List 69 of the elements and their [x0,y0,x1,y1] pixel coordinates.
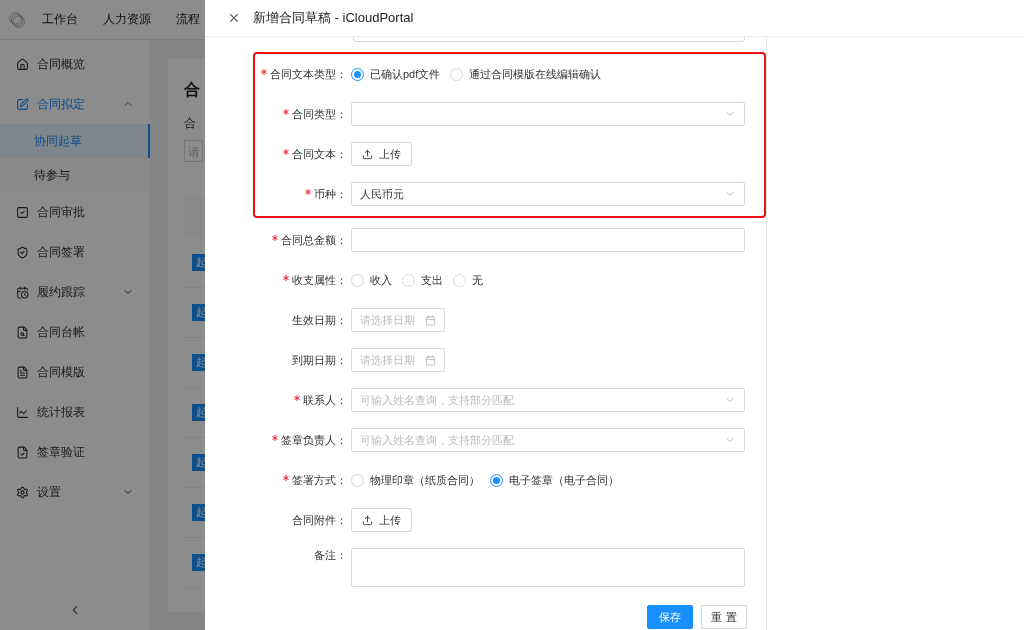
calendar-icon [425,314,436,326]
field-label: 备注： [313,548,348,563]
reset-button[interactable]: 重 置 [701,605,747,629]
save-button[interactable]: 保存 [647,605,693,629]
required-asterisk-icon [283,148,289,155]
field-label: 联系人： [255,392,351,408]
file-search-icon [16,325,29,339]
nav-item[interactable]: 工作台 [42,11,78,28]
input-field[interactable] [351,228,745,252]
edit-icon [16,97,29,111]
line-chart-icon [16,405,29,419]
card-title: 合 [184,80,201,100]
radio-option[interactable]: 无 [453,272,483,288]
field-label: 到期日期： [291,352,348,368]
sidebar-item[interactable]: 合同概览 [0,44,150,84]
radio-option[interactable]: 收入 [351,272,392,288]
upload-icon [362,148,373,160]
sidebar-item[interactable]: 合同台帐 [0,312,150,352]
sidebar-item[interactable]: 合同审批 [0,192,150,232]
field-label: 合同文本： [255,146,351,162]
sidebar-item[interactable]: 合同模版 [0,352,150,392]
sidebar-item[interactable]: 履约跟踪 [0,272,150,312]
required-asterisk-icon [283,274,289,281]
nav-item[interactable]: 流程 [176,11,200,28]
upload-button[interactable]: 上传 [351,508,412,532]
field-label: 币种： [255,186,351,202]
radio-option[interactable]: 电子签章（电子合同） [490,472,619,488]
select-field[interactable] [351,102,745,126]
drawer-title: 新增合同草稿 - iCloudPortal [253,9,414,27]
radio-option[interactable]: 通过合同模版在线编辑确认 [450,66,602,82]
upload-icon [362,514,373,526]
required-asterisk-icon [283,108,289,115]
field-label: 合同类型： [255,106,351,122]
radio-option[interactable]: 支出 [402,272,443,288]
document-icon [16,365,29,379]
required-asterisk-icon [294,394,300,401]
field-label: 合同附件： [291,512,348,528]
shield-icon [16,245,29,259]
settings-icon [16,485,29,499]
sidebar-item[interactable]: 签章验证 [0,432,150,472]
input-field[interactable] [353,37,745,42]
field-label: 合同总金额： [255,232,351,248]
required-asterisk-icon [283,474,289,481]
logo-icon [8,10,26,29]
close-button[interactable] [227,11,241,25]
filter-label: 合 [184,115,197,132]
sidebar-item[interactable]: 统计报表 [0,392,150,432]
file-check-icon [16,445,29,459]
required-asterisk-icon [272,234,278,241]
select-field[interactable]: 人民币元 [351,182,745,206]
field-label: 生效日期： [291,312,348,328]
radio-option[interactable]: 已确认pdf文件 [351,66,441,82]
sidebar-item[interactable]: 设置 [0,472,150,512]
field-label: 签署方式： [255,472,351,488]
checkbox-icon [16,205,29,219]
home-icon [16,57,29,71]
upload-button[interactable]: 上传 [351,142,412,166]
radio-option[interactable]: 物理印章（纸质合同） [351,472,480,488]
nav-item[interactable]: 人力资源 [103,11,151,28]
field-label: 签章负责人： [255,432,351,448]
required-asterisk-icon [272,434,278,441]
sidebar-item[interactable]: 合同签署 [0,232,150,272]
calendar-icon [16,285,29,299]
field-label: 合同文本类型： [255,66,351,82]
text-area[interactable] [351,548,745,587]
required-asterisk-icon [305,188,311,195]
calendar-icon [425,354,436,366]
required-asterisk-icon [261,68,267,75]
field-label: 收支属性： [255,272,351,288]
